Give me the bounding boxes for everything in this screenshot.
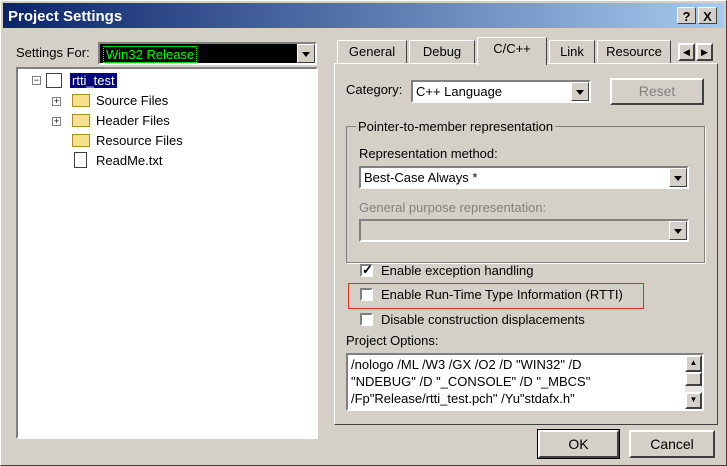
expand-icon[interactable]: + — [52, 97, 61, 106]
folder-icon — [72, 134, 90, 147]
help-button[interactable]: ? — [677, 7, 696, 24]
project-options-label: Project Options: — [346, 333, 439, 348]
category-value: C++ Language — [416, 84, 503, 99]
chevron-down-icon[interactable] — [297, 44, 315, 63]
displacement-checkbox[interactable] — [360, 313, 373, 326]
close-button[interactable]: X — [698, 7, 717, 24]
project-icon — [46, 73, 62, 88]
category-dropdown[interactable]: C++ Language — [411, 80, 591, 103]
scroll-thumb[interactable] — [685, 372, 702, 386]
exception-checkbox[interactable]: ✓ — [360, 262, 373, 277]
general-purpose-dropdown[interactable] — [359, 219, 689, 242]
chevron-down-icon[interactable] — [669, 221, 687, 240]
collapse-icon[interactable]: − — [32, 76, 41, 85]
project-tree[interactable]: − rtti_test + Source Files + Header File… — [16, 67, 318, 439]
settings-for-label: Settings For: — [16, 45, 90, 60]
folder-icon — [72, 94, 90, 107]
reset-button[interactable]: Reset — [610, 78, 704, 105]
ptm-group-label: Pointer-to-member representation — [356, 119, 556, 134]
method-value: Best-Case Always * — [364, 170, 478, 185]
tree-root[interactable]: rtti_test — [70, 73, 117, 88]
tab-scroll-right-icon[interactable]: ▶ — [696, 43, 713, 61]
chevron-down-icon[interactable] — [669, 168, 687, 187]
method-dropdown[interactable]: Best-Case Always * — [359, 166, 689, 189]
tab-resource[interactable]: Resource — [597, 40, 671, 64]
displacement-label: Disable construction displacements — [381, 312, 585, 327]
tree-item-source-files[interactable]: Source Files — [96, 93, 168, 108]
tree-item-header-files[interactable]: Header Files — [96, 113, 170, 128]
chevron-down-icon[interactable] — [571, 82, 589, 101]
settings-for-value: Win32 Release — [103, 46, 198, 63]
ok-button[interactable]: OK — [537, 429, 620, 459]
method-label: Representation method: — [359, 146, 498, 161]
tab-debug[interactable]: Debug — [409, 40, 475, 64]
cancel-button[interactable]: Cancel — [629, 430, 715, 458]
project-options-text[interactable]: /nologo /ML /W3 /GX /O2 /D "WIN32" /D "N… — [346, 353, 704, 411]
settings-for-dropdown[interactable]: Win32 Release — [98, 42, 317, 65]
project-settings-dialog: Project Settings ? X Settings For: Win32… — [0, 0, 727, 466]
exception-label: Enable exception handling — [381, 263, 534, 278]
scroll-down-icon[interactable]: ▼ — [685, 392, 702, 409]
tab-cpp[interactable]: C/C++ — [477, 37, 547, 65]
rtti-checkbox[interactable] — [360, 288, 373, 301]
folder-icon — [72, 114, 90, 127]
tab-scroll-left-icon[interactable]: ◀ — [678, 43, 695, 61]
rtti-label: Enable Run-Time Type Information (RTTI) — [381, 287, 623, 302]
scrollbar[interactable]: ▲ ▼ — [685, 355, 702, 409]
check-icon: ✓ — [362, 262, 373, 277]
options-text: /nologo /ML /W3 /GX /O2 /D "WIN32" /D "N… — [351, 357, 591, 406]
title-bar[interactable]: Project Settings ? X — [3, 3, 724, 28]
document-icon — [74, 152, 87, 168]
expand-icon[interactable]: + — [52, 117, 61, 126]
general-purpose-label: General purpose representation: — [359, 200, 547, 215]
tab-link[interactable]: Link — [549, 40, 595, 64]
scroll-up-icon[interactable]: ▲ — [685, 355, 702, 372]
tree-item-readme[interactable]: ReadMe.txt — [96, 153, 162, 168]
tree-item-resource-files[interactable]: Resource Files — [96, 133, 183, 148]
window-title: Project Settings — [8, 8, 123, 25]
tab-general[interactable]: General — [337, 40, 407, 64]
category-label: Category: — [346, 82, 403, 97]
